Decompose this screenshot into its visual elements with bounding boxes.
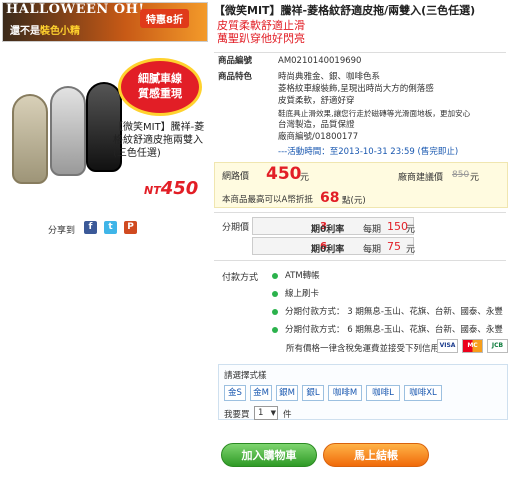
net-price: 450 (266, 164, 302, 184)
installment-row: 3 期0利率 每期 150 元 (252, 217, 416, 235)
feature-item: 菱格紋車線裝飾,呈現出時尚大方的俐落感 (278, 84, 434, 94)
spec-label: 請選擇式樣 (224, 371, 267, 381)
green-bullet-icon (272, 272, 278, 279)
product-features-label: 商品特色 (218, 72, 253, 82)
payment-item: ATM轉帳 (272, 269, 320, 281)
payment-item-text: 線上刷卡 (285, 289, 320, 299)
chevron-down-icon: ▼ (270, 409, 276, 417)
spec-option[interactable]: 金S (224, 385, 246, 401)
divider (214, 52, 506, 53)
mastercard-icon: MC (462, 339, 483, 353)
spec-option[interactable]: 咖啡XL (404, 385, 442, 401)
installment-rate: 期0利率 (311, 225, 345, 235)
payment-item: 線上刷卡 (272, 287, 319, 299)
payment-note: 所有價格一律含稅免運費並接受下列信用卡 (286, 344, 448, 354)
payment-item-text: 分期付款方式： 3 期無息-玉山、花旗、台新、國泰、永豐 (285, 307, 503, 317)
banner-subtitle-highlight: 裝色小精 (40, 26, 80, 37)
banner-subtitle-text: 還不是 (10, 26, 40, 37)
installment-label: 分期價 (222, 223, 250, 233)
gold-slipper-image (12, 94, 48, 184)
share-label: 分享到 (48, 226, 76, 236)
spec-option[interactable]: 銀M (276, 385, 298, 401)
installment-unit: 元 (406, 245, 416, 255)
facebook-icon[interactable]: f (84, 221, 97, 234)
installment-amount: 75 (387, 240, 401, 253)
spec-option[interactable]: 金M (250, 385, 272, 401)
product-code-value: AM0210140019690 (278, 56, 362, 66)
spec-option[interactable]: 咖啡M (328, 385, 362, 401)
feature-item: 廠商編號/01800177 (278, 132, 359, 142)
installment-amount: 150 (387, 220, 408, 233)
add-to-cart-button[interactable]: 加入購物車 (221, 443, 317, 467)
offset-unit: 點(元) (342, 196, 366, 206)
feature-item: 時尚典雅金、銀、咖啡色系 (278, 72, 381, 82)
net-price-unit: 元 (300, 173, 310, 183)
suggested-price-label: 廠商建議價 (398, 173, 444, 183)
installment-each: 每期 (363, 225, 382, 235)
net-price-label: 網路價 (222, 172, 250, 182)
banner-title: HALLOWEEN OH! (6, 2, 145, 17)
twitter-icon[interactable]: t (104, 221, 117, 234)
payment-item: 分期付款方式： 6 期無息-玉山、花旗、台新、國泰、永豐 (272, 323, 503, 335)
subtitle-line-1: 皮質柔軟舒適止滑 (217, 19, 305, 32)
product-code-row: 商品編號 AM0210140019690 (218, 56, 498, 67)
spec-option[interactable]: 咖啡L (366, 385, 400, 401)
payment-item-text: ATM轉帳 (285, 271, 320, 281)
visa-card-icon: VISA (437, 339, 458, 353)
divider (214, 260, 506, 261)
offset-value: 68 (320, 190, 340, 206)
payment-label: 付款方式 (222, 273, 259, 283)
product-subtitle: 皮質柔軟舒適止滑 萬聖趴穿他好閃亮 (217, 19, 305, 45)
activity-period: ---活動時間：至2013-10-31 23:59 (售完即止) (278, 147, 459, 157)
image-product-name: 【微笑MIT】騰祥-菱格紋舒適皮拖兩雙入(三色任選) (113, 122, 205, 159)
offset-label: 本商品最高可以A幣折抵 (222, 195, 313, 205)
installment-each: 每期 (363, 245, 382, 255)
quantity-select[interactable]: 1 ▼ (254, 406, 278, 420)
payment-item-text: 分期付款方式： 6 期無息-玉山、花旗、台新、國泰、永豐 (285, 325, 503, 335)
green-bullet-icon (272, 308, 278, 315)
promo-circle: 細膩車線 質感重現 (118, 58, 202, 116)
payment-item: 分期付款方式： 3 期無息-玉山、花旗、台新、國泰、永豐 (272, 305, 503, 317)
jcb-card-icon: JCB (487, 339, 508, 353)
suggested-price: 850 (452, 170, 470, 180)
promo-line-2: 質感重現 (138, 87, 182, 100)
image-price-value: 450 (160, 178, 199, 199)
green-bullet-icon (272, 290, 278, 297)
installment-rate: 期0利率 (311, 245, 345, 255)
image-price-prefix: NT (144, 184, 161, 197)
suggested-price-unit: 元 (470, 173, 480, 183)
product-title: 【微笑MIT】騰祥-菱格紋舒適皮拖/兩雙入(三色任選) (214, 4, 476, 17)
product-features: 商品特色 時尚典雅金、銀、咖啡色系 菱格紋車線裝飾,呈現出時尚大方的俐落感 皮質… (218, 72, 508, 142)
discount-tag: 特惠8折 (140, 9, 189, 28)
spec-option[interactable]: 銀L (302, 385, 324, 401)
feature-item: 皮質柔軟，舒適好穿 (278, 96, 355, 106)
promo-line-1: 細膩車線 (138, 72, 182, 85)
silver-slipper-image (50, 86, 86, 176)
subtitle-line-2: 萬聖趴穿他好閃亮 (217, 32, 305, 45)
buy-now-button[interactable]: 馬上結帳 (323, 443, 429, 467)
green-bullet-icon (272, 326, 278, 333)
banner-subtitle: 還不是裝色小精 (10, 22, 80, 37)
image-price: NT450 (144, 178, 198, 199)
quantity-value: 1 (258, 408, 264, 418)
feature-item: 鞋底具止滑效果,讓您行走於磁磚等光滑面地板，更加安心 (278, 109, 471, 118)
product-code-label: 商品編號 (218, 56, 253, 66)
installment-unit: 元 (406, 225, 416, 235)
installment-row: 6 期0利率 每期 75 元 (252, 237, 416, 255)
quantity-unit: 件 (283, 410, 292, 420)
feature-item: 台灣製造，品質保證 (278, 120, 355, 130)
plurk-icon[interactable]: P (124, 221, 137, 234)
divider (214, 212, 506, 213)
quantity-label: 我要買 (224, 410, 250, 420)
